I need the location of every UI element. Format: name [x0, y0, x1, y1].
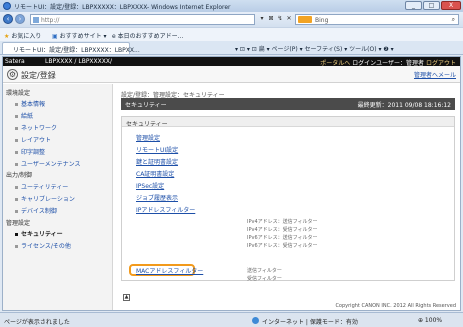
- status-bar: ページが表示されました インターネット | 保護モード：有効 ⊕ 100%: [0, 312, 463, 327]
- link-mac-address-filter[interactable]: MACアドレスフィルター: [136, 266, 203, 275]
- nav-item-calibration[interactable]: キャリブレーション: [15, 194, 75, 203]
- web-page: Satera LBPXXXX / LBPXXXXX/ ポータルへ ログインユーザ…: [2, 56, 461, 311]
- section-title-bar: セキュリティー 最終更新：2011 09/08 18:16:12: [121, 98, 455, 110]
- ie-logo-icon: [3, 2, 11, 10]
- mail-admin-link[interactable]: 管理者へメール: [414, 70, 456, 79]
- link-ip-address-filter[interactable]: IPアドレスフィルター: [136, 205, 195, 214]
- nav-item-network[interactable]: ネットワーク: [15, 123, 57, 132]
- back-button[interactable]: ‹: [3, 14, 13, 24]
- favorites-bar: ★ お気に入り ▣ おすすめサイト ▾ e 本日のおすすめアドー...: [0, 27, 463, 41]
- brand-name: Satera: [5, 58, 25, 65]
- nav-heading-environment: 環境設定: [6, 90, 31, 97]
- last-updated: 最終更新：2011 09/08 18:16:12: [357, 102, 451, 109]
- search-icon[interactable]: ⌕: [452, 16, 455, 24]
- nav-item-license[interactable]: ライセンス/その他: [15, 241, 71, 250]
- security-zone[interactable]: インターネット | 保護モード：有効: [262, 317, 358, 326]
- left-nav: 環境設定 基本情報 給紙 ネットワーク レイアウト 印字調整 ユーザーメンテナン…: [3, 84, 113, 310]
- browser-tab[interactable]: リモートUI：設定/登録：LBPXXXX：LBPXX...: [2, 42, 140, 54]
- star-icon: ★: [4, 33, 10, 40]
- nav-heading-output: 出力/制御: [6, 172, 33, 179]
- nav-item-layout[interactable]: レイアウト: [15, 135, 51, 144]
- nav-item-paper[interactable]: 給紙: [15, 111, 33, 120]
- ip-filter-desc: IPv4アドレス：受信フィルター: [247, 227, 318, 233]
- copyright: Copyright CANON INC. 2012 All Rights Res…: [335, 303, 456, 309]
- search-box[interactable]: Bing ⌕: [295, 14, 459, 25]
- address-row: ‹ › http:// ▾ ⊠ ↯ ✕ Bing ⌕: [0, 12, 463, 27]
- compat-view-icon[interactable]: ⊠: [267, 14, 275, 25]
- link-key-certificate[interactable]: 鍵と証明書設定: [136, 157, 178, 166]
- nav-item-print-adjust[interactable]: 印字調整: [15, 147, 45, 156]
- status-text: ページが表示されました: [4, 319, 70, 326]
- section-title: セキュリティー: [125, 102, 167, 109]
- link-ca-certificate[interactable]: CA証明書設定: [136, 169, 174, 178]
- nav-item-utility[interactable]: ユーティリティー: [15, 182, 68, 191]
- mac-filter-desc: 送信フィルター: [247, 268, 282, 274]
- link-ipsec[interactable]: IPSec設定: [136, 181, 164, 190]
- close-button[interactable]: X: [441, 1, 461, 10]
- stop-icon[interactable]: ✕: [285, 14, 293, 25]
- settings-gear-icon: ⚙: [7, 69, 18, 80]
- header-bar: Satera LBPXXXX / LBPXXXXX/ ポータルへ ログインユーザ…: [3, 57, 460, 67]
- page-title: 設定/登録: [21, 71, 56, 80]
- device-name: LBPXXXX / LBPXXXXX/: [45, 58, 113, 65]
- nav-item-user-maintenance[interactable]: ユーザーメンテナンス: [15, 159, 81, 168]
- security-box-header: セキュリティー: [122, 117, 454, 128]
- window-title: リモートUI：設定/登録：LBPXXXXX：LBPXXXX- Windows I…: [14, 4, 231, 11]
- link-remote-ui-settings[interactable]: リモートUI設定: [136, 145, 178, 154]
- link-job-history[interactable]: ジョブ履歴表示: [136, 193, 178, 202]
- refresh-icon[interactable]: ↯: [276, 14, 284, 25]
- page-header: ⚙ 設定/登録 管理者へメール: [3, 66, 460, 83]
- address-bar[interactable]: http://: [30, 14, 255, 25]
- command-bar[interactable]: ▾ ⊡ ▾ ⊡ 扁 ▾ ページ(P) ▾ セーフティ(S) ▾ ツール(O) ▾…: [235, 44, 394, 53]
- nav-item-security[interactable]: セキュリティー: [15, 229, 63, 238]
- favorites-button[interactable]: ★ お気に入り: [4, 31, 41, 40]
- zoom-level[interactable]: ⊕ 100%: [418, 317, 442, 324]
- nav-item-basic-info[interactable]: 基本情報: [15, 99, 45, 108]
- forward-button[interactable]: ›: [15, 14, 25, 24]
- window-title-bar: リモートUI：設定/登録：LBPXXXXX：LBPXXXX- Windows I…: [0, 0, 463, 12]
- browser-tab-title: リモートUI：設定/登録：LBPXXXX：LBPXX...: [13, 47, 140, 54]
- internet-zone-icon: [252, 317, 259, 324]
- page-favicon-icon: [33, 17, 39, 23]
- nav-heading-management: 管理設定: [6, 220, 31, 227]
- ip-filter-desc: IPv6アドレス：送信フィルター: [247, 235, 318, 241]
- maximize-button[interactable]: □: [423, 1, 440, 10]
- address-url: http://: [41, 17, 60, 24]
- main-content: 設定/登録：管理設定：セキュリティー セキュリティー 最終更新：2011 09/…: [119, 84, 459, 309]
- bing-logo-icon: [298, 16, 312, 23]
- minimize-button[interactable]: _: [405, 1, 422, 10]
- search-engine-label: Bing: [315, 17, 329, 24]
- mac-filter-desc: 受信フィルター: [247, 276, 282, 282]
- link-admin-settings[interactable]: 管理設定: [136, 133, 160, 142]
- back-to-top-button[interactable]: ▲: [123, 294, 130, 301]
- suggested-sites-icon: ▣: [52, 33, 58, 40]
- security-box: セキュリティー 管理設定 リモートUI設定 鍵と証明書設定 CA証明書設定 IP…: [121, 116, 455, 282]
- ip-filter-desc: IPv4アドレス：送信フィルター: [247, 219, 318, 225]
- suggested-sites-button[interactable]: ▣ おすすめサイト ▾: [52, 31, 107, 40]
- tab-command-row: リモートUI：設定/登録：LBPXXXX：LBPXX... ▾ ⊡ ▾ ⊡ 扁 …: [0, 41, 463, 55]
- address-dropdown-button[interactable]: ▾: [258, 14, 266, 25]
- ip-filter-desc: IPv6アドレス：受信フィルター: [247, 243, 318, 249]
- web-slice-gallery-button[interactable]: e 本日のおすすめアドー...: [112, 31, 183, 40]
- nav-item-device-control[interactable]: デバイス制御: [15, 206, 57, 215]
